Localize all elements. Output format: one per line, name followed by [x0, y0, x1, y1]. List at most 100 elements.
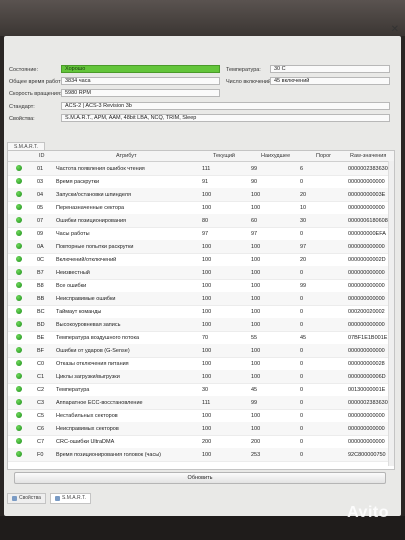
col-worst[interactable]: Наихудшее	[261, 153, 290, 159]
cell-id: 05	[37, 205, 44, 211]
status-dot-icon	[16, 178, 22, 184]
status-dot-icon	[16, 347, 22, 353]
table-row[interactable]: C1 Циклы загрузки/выгрузки 100 100 0 00000000…	[8, 370, 394, 384]
cell-current: 100	[202, 452, 212, 458]
cell-raw: 000000000000	[348, 296, 385, 302]
status-label: Состояние:	[9, 67, 38, 73]
table-row[interactable]: F0 Время позиционирования головок (часы) 1…	[8, 448, 394, 462]
tab-smart-label: S.M.A.R.T.	[61, 495, 86, 501]
cell-worst: 100	[251, 348, 261, 354]
cell-threshold: 0	[300, 439, 304, 445]
cell-id: BD	[37, 322, 45, 328]
table-row[interactable]: 01 Частота появления ошибок чтения 111 99 6 0…	[8, 162, 394, 176]
table-row[interactable]: C2 Температура 30 45 0 00130000001E	[8, 383, 394, 397]
table-row[interactable]: 05 Переназначенные сектора 100 100 10 0000000…	[8, 201, 394, 215]
cell-raw: 000000000000	[348, 270, 385, 276]
smart-table[interactable]: ID Атрибут Текущий Наихудшее Порог Raw-з…	[7, 150, 395, 470]
update-button[interactable]: Обновить	[14, 472, 386, 484]
cell-id: BF	[37, 348, 45, 354]
table-row[interactable]: C3 Аппаратное ECC-восстановление 111 99 0 000…	[8, 396, 394, 410]
table-row[interactable]: 0C Включений/отключений 100 100 20 0000000000…	[8, 253, 394, 267]
table-row[interactable]: C6 Неисправимых секторов 100 100 0 0000000000…	[8, 422, 394, 436]
status-dot-icon	[16, 334, 22, 340]
table-row[interactable]: B8 Все ошибки 100 100 99 000000000000	[8, 279, 394, 293]
table-row[interactable]: BE Температура воздушного потока 70 55 45 07B…	[8, 331, 394, 345]
cell-threshold: 0	[300, 179, 304, 185]
table-row[interactable]: 09 Часы работы 97 97 0 000000000EFA	[8, 227, 394, 241]
cell-worst: 200	[251, 439, 261, 445]
table-row[interactable]: BF Ошибки от ударов (G-Sense) 100 100 0 00000…	[8, 344, 394, 358]
table-row[interactable]: C0 Отказы отключения питания 100 100 0 000000…	[8, 357, 394, 371]
table-row[interactable]: BD Высокоуровневая запись 100 100 0 000000000…	[8, 318, 394, 332]
cell-attribute: CRC-ошибки UltraDMA	[56, 439, 115, 445]
table-row[interactable]: B7 Неизвестный 100 100 0 000000000000	[8, 266, 394, 280]
power-count-field: 45 включений	[270, 77, 390, 85]
cell-attribute: Таймаут команды	[56, 309, 102, 315]
cell-threshold: 0	[300, 400, 304, 406]
tab-smart[interactable]: S.M.A.R.T.	[49, 493, 91, 504]
cell-attribute: Отказы отключения питания	[56, 361, 129, 367]
table-row[interactable]: 07 Ошибки позиционирования 80 60 30 000000618…	[8, 214, 394, 228]
cell-current: 100	[202, 309, 212, 315]
col-current[interactable]: Текущий	[213, 153, 235, 159]
cell-id: 01	[37, 166, 44, 172]
cell-attribute: Запуски/остановки шпинделя	[56, 192, 131, 198]
status-dot-icon	[16, 165, 22, 171]
status-dot-icon	[16, 321, 22, 327]
smart-icon	[54, 496, 60, 501]
table-row[interactable]: C5 Нестабильных секторов 100 100 0 0000000000…	[8, 409, 394, 423]
cell-raw: 000000000000	[348, 348, 385, 354]
status-dot-icon	[16, 373, 22, 379]
cell-current: 111	[202, 400, 211, 406]
table-row[interactable]: BB Неисправимые ошибки 100 100 0 000000000000	[8, 292, 394, 306]
cell-attribute: Время позиционирования головок (часы)	[56, 452, 161, 458]
cell-id: C0	[37, 361, 45, 367]
table-row[interactable]: BC Таймаут команды 100 100 0 000200020002	[8, 305, 394, 319]
cell-raw: 000000000000	[348, 179, 385, 185]
cell-id: BE	[37, 335, 45, 341]
cell-current: 100	[202, 348, 212, 354]
cell-threshold: 0	[300, 270, 304, 276]
tab-properties[interactable]: Свойства	[7, 493, 46, 504]
cell-current: 100	[202, 361, 212, 367]
cell-threshold: 6	[300, 166, 304, 172]
cell-current: 80	[202, 218, 209, 224]
cell-worst: 100	[251, 205, 261, 211]
cell-id: 04	[37, 192, 44, 198]
cell-worst: 100	[251, 296, 261, 302]
cell-attribute: Время раскрутки	[56, 179, 100, 185]
table-row[interactable]: 04 Запуски/остановки шпинделя 100 100 20 0000…	[8, 188, 394, 202]
cell-threshold: 97	[300, 244, 307, 250]
col-id[interactable]: ID	[39, 153, 45, 159]
cell-current: 70	[202, 335, 209, 341]
cell-current: 111	[202, 166, 211, 172]
cell-raw: 000200020002	[348, 309, 385, 315]
cell-current: 100	[202, 257, 212, 263]
table-row[interactable]: 03 Время раскрутки 91 90 0 000000000000	[8, 175, 394, 189]
cell-threshold: 0	[300, 387, 304, 393]
col-attribute[interactable]: Атрибут	[116, 153, 137, 159]
scrollbar[interactable]	[388, 161, 394, 466]
cell-attribute: Все ошибки	[56, 283, 87, 289]
cell-threshold: 20	[300, 257, 307, 263]
power-count-label: Число включений:	[226, 79, 273, 85]
col-threshold[interactable]: Порог	[316, 153, 331, 159]
cell-raw: 000000000EFA	[348, 231, 386, 237]
cell-id: 09	[37, 231, 44, 237]
cell-threshold: 0	[300, 296, 304, 302]
cell-raw: 0000006180608	[348, 218, 388, 224]
cell-threshold: 0	[300, 426, 304, 432]
status-dot-icon	[16, 191, 22, 197]
status-dot-icon	[16, 412, 22, 418]
cell-threshold: 45	[300, 335, 307, 341]
table-row[interactable]: C7 CRC-ошибки UltraDMA 200 200 0 000000000000	[8, 435, 394, 449]
cell-current: 91	[202, 179, 209, 185]
col-raw[interactable]: Raw-значения	[350, 153, 386, 159]
tab-properties-label: Свойства	[19, 495, 41, 501]
status-dot-icon	[16, 243, 22, 249]
rpm-field: 5980 RPM	[61, 89, 220, 97]
cell-attribute: Температура воздушного потока	[56, 335, 140, 341]
close-icon[interactable]: ✕	[391, 24, 399, 35]
cell-attribute: Ошибки от ударов (G-Sense)	[56, 348, 130, 354]
table-row[interactable]: 0A Повторные попытки раскрутки 100 100 97 000…	[8, 240, 394, 254]
